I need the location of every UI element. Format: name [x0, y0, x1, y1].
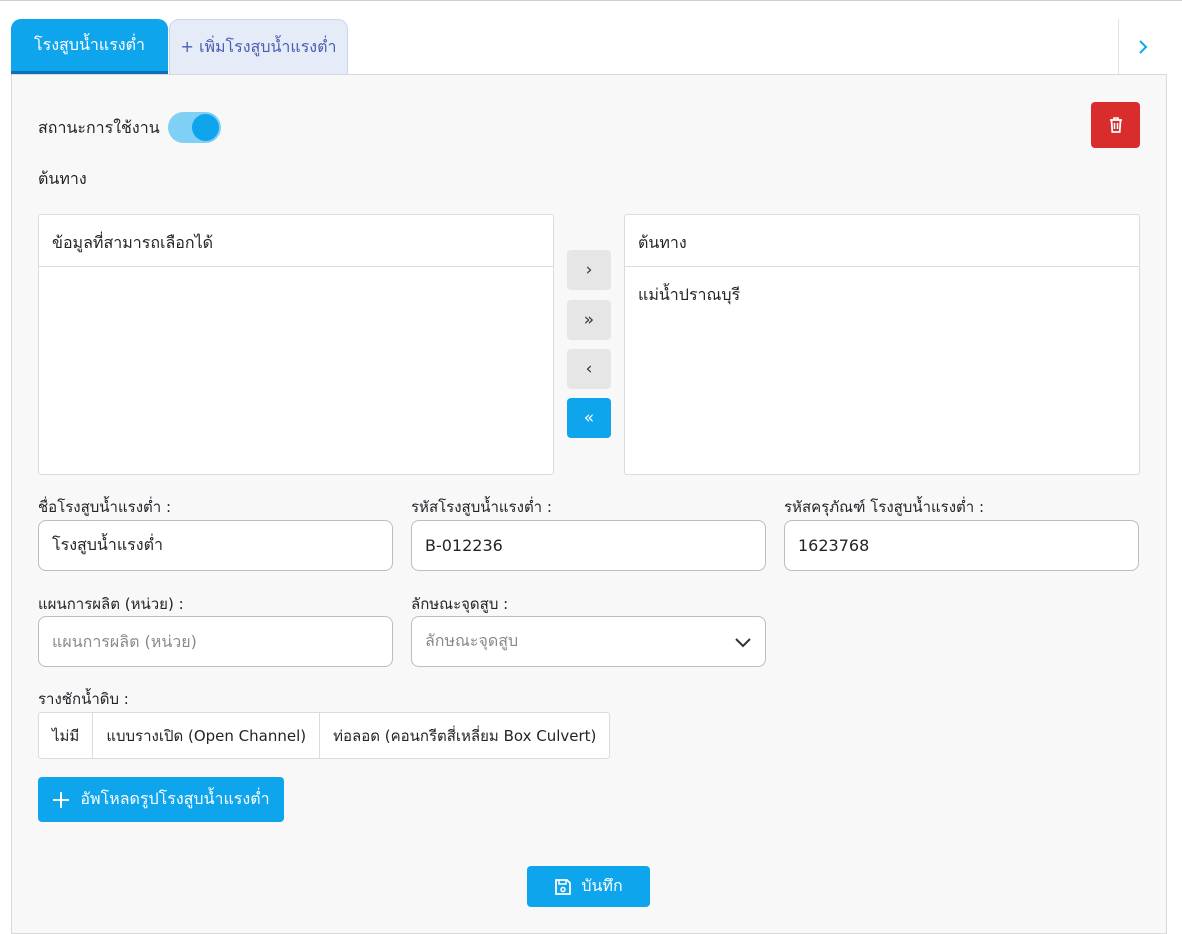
- intake-type-placeholder: ลักษณะจุดสูบ: [425, 631, 519, 650]
- sediment-channel-options: ไม่มี แบบรางเปิด (Open Channel) ท่อลอด (…: [38, 712, 611, 759]
- selected-list[interactable]: ต้นทาง แม่น้ำปราณบุรี: [624, 214, 1140, 475]
- station-name-field[interactable]: โรงสูบน้ำแรงต่ำ: [38, 520, 393, 571]
- asset-code-label: รหัสครุภัณฑ์ โรงสูบน้ำแรงต่ำ :: [784, 498, 985, 516]
- status-label: สถานะการใช้งาน: [38, 118, 160, 137]
- tab-add-pump-station-label: + เพิ่มโรงสูบน้ำแรงต่ำ: [180, 37, 337, 56]
- top-divider: [0, 0, 1182, 1]
- toggle-knob: [192, 114, 219, 141]
- selected-list-header: ต้นทาง: [625, 215, 1139, 267]
- sediment-option-none[interactable]: ไม่มี: [39, 713, 94, 758]
- production-plan-input[interactable]: [52, 632, 379, 651]
- available-list-header: ข้อมูลที่สามารถเลือกได้: [39, 215, 553, 267]
- move-all-right-button[interactable]: »: [567, 300, 611, 340]
- available-list[interactable]: ข้อมูลที่สามารถเลือกได้: [38, 214, 554, 475]
- station-code-value: B-012236: [425, 536, 503, 555]
- save-label: บันทึก: [581, 876, 623, 895]
- move-left-icon: ‹: [585, 359, 593, 379]
- sediment-option-box-culvert[interactable]: ท่อลอด (คอนกรีตสี่เหลี่ยม Box Culvert): [320, 713, 609, 758]
- trash-icon: [1109, 117, 1122, 133]
- sediment-option-open-channel[interactable]: แบบรางเปิด (Open Channel): [93, 713, 321, 758]
- sediment-channel-label: รางชักน้ำดิบ :: [38, 690, 129, 708]
- station-name-value: โรงสูบน้ำแรงต่ำ: [52, 535, 163, 554]
- station-name-label: ชื่อโรงสูบน้ำแรงต่ำ :: [38, 498, 172, 516]
- production-plan-label: แผนการผลิต (หน่วย) :: [38, 595, 184, 613]
- tabs-scroll-right-button[interactable]: [1118, 19, 1167, 75]
- move-all-left-button[interactable]: «: [567, 398, 611, 438]
- chevron-down-icon: [735, 637, 751, 647]
- asset-code-field[interactable]: 1623768: [784, 520, 1139, 571]
- tab-add-pump-station[interactable]: + เพิ่มโรงสูบน้ำแรงต่ำ: [169, 19, 348, 75]
- move-right-icon: ›: [585, 260, 593, 280]
- chevron-right-icon: [1139, 39, 1148, 54]
- production-plan-field[interactable]: [38, 616, 393, 667]
- plus-icon: [53, 791, 70, 808]
- delete-button[interactable]: [1091, 102, 1140, 148]
- upload-image-label: อัพโหลดรูปโรงสูบน้ำแรงต่ำ: [80, 789, 270, 808]
- upload-image-button[interactable]: อัพโหลดรูปโรงสูบน้ำแรงต่ำ: [38, 777, 284, 822]
- save-button[interactable]: บันทึก: [527, 866, 650, 907]
- list-item[interactable]: แม่น้ำปราณบุรี: [625, 267, 1139, 308]
- source-section-label: ต้นทาง: [38, 169, 87, 188]
- move-left-button[interactable]: ‹: [567, 349, 611, 389]
- status-toggle[interactable]: [168, 112, 221, 143]
- intake-type-label: ลักษณะจุดสูบ :: [411, 595, 509, 613]
- move-all-right-icon: »: [583, 310, 595, 330]
- asset-code-value: 1623768: [798, 536, 870, 555]
- save-icon: [555, 878, 572, 895]
- station-code-field[interactable]: B-012236: [411, 520, 766, 571]
- move-right-button[interactable]: ›: [567, 250, 611, 290]
- move-all-left-icon: «: [583, 408, 595, 428]
- intake-type-select[interactable]: ลักษณะจุดสูบ: [411, 616, 766, 667]
- tab-pump-station[interactable]: โรงสูบน้ำแรงต่ำ: [11, 19, 168, 75]
- station-code-label: รหัสโรงสูบน้ำแรงต่ำ :: [411, 498, 552, 516]
- tab-pump-station-label: โรงสูบน้ำแรงต่ำ: [34, 34, 145, 54]
